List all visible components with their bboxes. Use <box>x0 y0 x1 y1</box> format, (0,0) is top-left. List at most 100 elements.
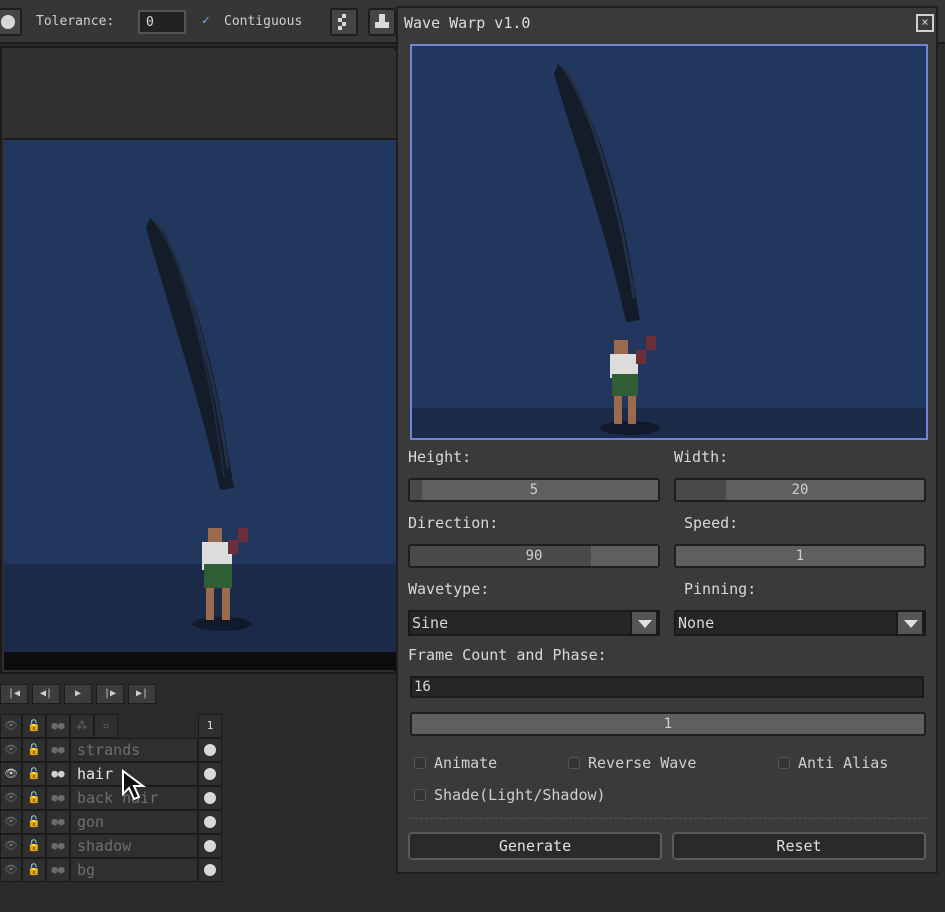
layer-group-icon[interactable]: ⁂ <box>70 714 94 738</box>
layer-name[interactable]: shadow <box>70 834 198 858</box>
pinning-label: Pinning: <box>684 580 757 598</box>
reverse-wave-checkbox[interactable]: Reverse Wave <box>568 754 696 772</box>
phase-slider[interactable]: 1 <box>410 712 926 736</box>
layer-row[interactable]: 👁 🔓 ●● back hair <box>0 786 222 810</box>
previous-frame-button[interactable]: ◀| <box>32 684 60 704</box>
checkbox-box[interactable] <box>414 789 426 801</box>
eye-icon[interactable]: 👁 <box>0 810 22 834</box>
eye-icon[interactable]: 👁 <box>0 786 22 810</box>
link-icon[interactable]: ●● <box>46 786 70 810</box>
animate-checkbox[interactable]: Animate <box>414 754 497 772</box>
stamp-icon <box>375 14 389 28</box>
frame-number[interactable]: 1 <box>198 714 222 738</box>
sprite-canvas[interactable] <box>0 46 396 674</box>
width-value: 20 <box>791 482 809 498</box>
frame-count-input[interactable]: 16 <box>410 676 924 698</box>
divider <box>410 818 926 819</box>
tolerance-input[interactable] <box>138 10 186 34</box>
lock-icon[interactable]: 🔓 <box>22 738 46 762</box>
anti-alias-label: Anti Alias <box>798 754 889 772</box>
generate-button[interactable]: Generate <box>408 832 662 860</box>
wavetype-value: Sine <box>412 614 449 632</box>
layer-row-active[interactable]: 👁 🔓 ●● hair <box>0 762 222 786</box>
last-frame-button[interactable]: ▶| <box>128 684 156 704</box>
pixel-perfect-button[interactable] <box>330 8 358 36</box>
next-frame-button[interactable]: |▶ <box>96 684 124 704</box>
play-button[interactable]: ▶ <box>64 684 92 704</box>
cel[interactable] <box>198 738 222 762</box>
eye-icon[interactable]: 👁 <box>0 762 22 786</box>
lock-icon[interactable]: 🔓 <box>22 786 46 810</box>
wavetype-select[interactable]: Sine <box>408 610 660 636</box>
reset-button[interactable]: Reset <box>672 832 926 860</box>
width-slider[interactable]: 20 <box>674 478 926 502</box>
tolerance-label: Tolerance: <box>36 14 115 29</box>
eye-icon[interactable]: 👁 <box>0 738 22 762</box>
link-icon[interactable]: ●● <box>46 810 70 834</box>
link-icon[interactable]: ●● <box>46 858 70 882</box>
height-value: 5 <box>529 482 539 498</box>
speed-slider[interactable]: 1 <box>674 544 926 568</box>
dialog-titlebar[interactable]: Wave Warp v1.0 × <box>398 8 936 38</box>
wavetype-label: Wavetype: <box>408 580 490 598</box>
width-label: Width: <box>674 448 729 466</box>
preview-sprite <box>554 64 660 435</box>
layer-row[interactable]: 👁 🔓 ●● shadow <box>0 834 222 858</box>
shade-checkbox[interactable]: Shade(Light/Shadow) <box>414 786 606 804</box>
cel[interactable] <box>198 810 222 834</box>
lock-icon[interactable]: 🔓 <box>22 834 46 858</box>
pinning-select[interactable]: None <box>674 610 926 636</box>
layer-row[interactable]: 👁 🔓 ●● gon <box>0 810 222 834</box>
shade-label: Shade(Light/Shadow) <box>434 786 606 804</box>
cel-dot-icon <box>204 768 216 780</box>
chevron-down-icon[interactable] <box>896 610 924 636</box>
close-button[interactable]: × <box>916 14 934 32</box>
canvas-scrollbar[interactable] <box>4 652 396 670</box>
height-slider[interactable]: 5 <box>408 478 660 502</box>
eye-icon[interactable]: 👁 <box>0 714 22 738</box>
pixel-perfect-icon <box>338 14 346 30</box>
height-label: Height: <box>408 448 472 466</box>
checkbox-box[interactable] <box>778 757 790 769</box>
eye-icon[interactable]: 👁 <box>0 858 22 882</box>
chevron-down-icon[interactable] <box>630 610 658 636</box>
layer-name[interactable]: gon <box>70 810 198 834</box>
link-icon[interactable]: ●● <box>46 762 70 786</box>
eye-icon[interactable]: 👁 <box>0 834 22 858</box>
cel[interactable] <box>198 762 222 786</box>
lock-icon[interactable]: 🔓 <box>22 810 46 834</box>
contiguous-checkbox[interactable]: ✓ <box>202 13 210 28</box>
canvas-margin <box>4 50 396 140</box>
cel-dot-icon <box>204 816 216 828</box>
speed-value: 1 <box>795 548 805 564</box>
layer-row[interactable]: 👁 🔓 ●● bg <box>0 858 222 882</box>
stamp-tool-button[interactable] <box>368 8 396 36</box>
link-icon[interactable]: ●● <box>46 714 70 738</box>
layer-name[interactable]: strands <box>70 738 198 762</box>
checkbox-box[interactable] <box>568 757 580 769</box>
pinning-value: None <box>678 614 715 632</box>
layer-row[interactable]: 👁 🔓 ●● strands <box>0 738 222 762</box>
cel[interactable] <box>198 834 222 858</box>
new-layer-icon[interactable]: ▫ <box>94 714 118 738</box>
cel[interactable] <box>198 786 222 810</box>
layers-panel: 👁 🔓 ●● ⁂ ▫ 1 👁 🔓 ●● strands 👁 🔓 ●● hair … <box>0 714 222 884</box>
animate-label: Animate <box>434 754 498 772</box>
layer-name[interactable]: bg <box>70 858 198 882</box>
lock-icon[interactable]: 🔓 <box>22 762 46 786</box>
lock-icon[interactable]: 🔓 <box>22 858 46 882</box>
cel[interactable] <box>198 858 222 882</box>
wave-warp-dialog: Wave Warp v1.0 × Height: Width: 5 20 Dir… <box>396 6 938 874</box>
reverse-wave-label: Reverse Wave <box>588 754 697 772</box>
first-frame-button[interactable]: |◀ <box>0 684 28 704</box>
link-icon[interactable]: ●● <box>46 738 70 762</box>
direction-slider[interactable]: 90 <box>408 544 660 568</box>
anti-alias-checkbox[interactable]: Anti Alias <box>778 754 888 772</box>
fill-tool-button[interactable] <box>0 8 22 36</box>
cel-dot-icon <box>204 744 216 756</box>
phase-value: 1 <box>663 716 673 732</box>
frame-count-label: Frame Count and Phase: <box>408 646 607 664</box>
link-icon[interactable]: ●● <box>46 834 70 858</box>
checkbox-box[interactable] <box>414 757 426 769</box>
lock-icon[interactable]: 🔓 <box>22 714 46 738</box>
